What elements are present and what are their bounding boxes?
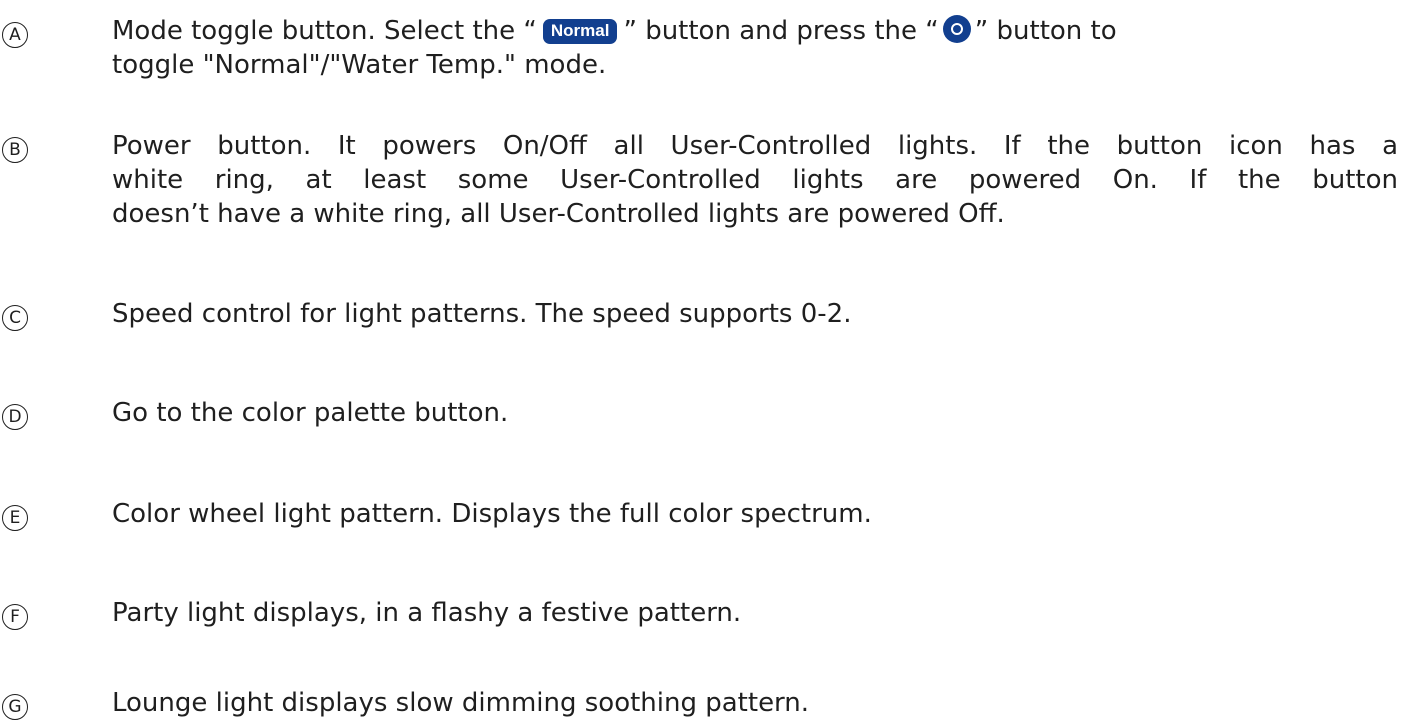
legend-text-a-post: ” button to [974,16,1117,46]
legend-text-e: Color wheel light pattern. Displays the … [112,497,1398,531]
marker-g: G [2,694,28,720]
marker-f: F [2,604,28,630]
circle-button-icon [942,15,971,43]
legend-text-d-line-1: Go to the color palette button. [112,398,509,428]
legend-text-b-line-3: doesn’t have a white ring, all User-Cont… [112,199,1005,229]
legend-text-a-mid: ” button and press the “ [623,16,939,46]
legend-text-a: Mode toggle button. Select the “Normal” … [112,14,1398,82]
legend-text-b: Power button. It powers On/Off all User-… [112,129,1398,231]
legend-text-a-line-1: Mode toggle button. Select the “Normal” … [112,14,1398,48]
legend-text-d: Go to the color palette button. [112,396,1398,430]
legend-text-f-line-1: Party light displays, in a flashy a fest… [112,598,742,628]
marker-d: D [2,404,28,430]
normal-badge: Normal [542,19,618,44]
legend-text-c-line-1: Speed control for light patterns. The sp… [112,299,852,329]
legend-text-f: Party light displays, in a flashy a fest… [112,596,1398,630]
legend-list: A Mode toggle button. Select the “Normal… [0,0,1419,727]
legend-text-c: Speed control for light patterns. The sp… [112,297,1398,331]
legend-text-b-line-2: white ring, at least some User-Controlle… [112,165,1398,195]
legend-text-g-line-1: Lounge light displays slow dimming sooth… [112,688,810,718]
legend-text-a-pre: Mode toggle button. Select the “ [112,16,537,46]
marker-b: B [2,137,28,163]
marker-c: C [2,305,28,331]
marker-e: E [2,505,28,531]
legend-text-a-line-2: toggle "Normal"/"Water Temp." mode. [112,50,607,80]
marker-a: A [2,22,28,48]
legend-text-g: Lounge light displays slow dimming sooth… [112,686,1398,720]
legend-text-b-line-1: Power button. It powers On/Off all User-… [112,131,1398,161]
legend-text-e-line-1: Color wheel light pattern. Displays the … [112,499,872,529]
